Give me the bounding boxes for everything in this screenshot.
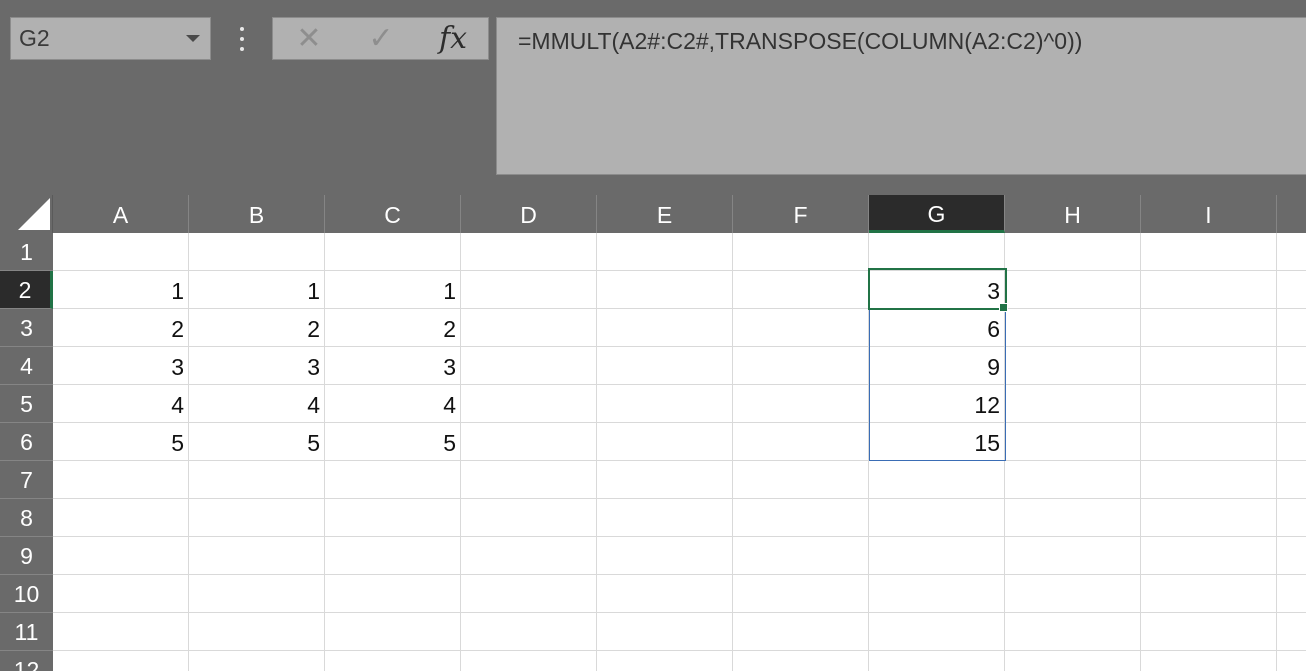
vertical-ellipsis-icon[interactable] [231, 24, 253, 54]
formula-bar-area: G2 ✕ ✓ fx =MMULT(A2#:C2#,TRANSPOSE(COLUM… [0, 0, 1306, 195]
cell-g2[interactable]: 3 [869, 271, 1005, 309]
row-header-8[interactable]: 8 [0, 499, 53, 537]
select-all-triangle-icon [18, 198, 50, 230]
column-header-i[interactable]: I [1141, 195, 1277, 233]
enter-icon[interactable]: ✓ [353, 18, 409, 59]
cell-a4[interactable]: 3 [53, 347, 189, 385]
cell-grid[interactable]: 1 1 1 3 2 2 2 6 3 3 3 9 4 4 4 12 5 5 5 15 [53, 233, 1306, 671]
row-header-12[interactable]: 12 [0, 651, 53, 671]
chevron-down-icon[interactable] [186, 35, 200, 42]
cell-g6[interactable]: 15 [869, 423, 1005, 461]
cell-c3[interactable]: 2 [325, 309, 461, 347]
row-header-4[interactable]: 4 [0, 347, 53, 385]
cell-b6[interactable]: 5 [189, 423, 325, 461]
formula-input[interactable]: =MMULT(A2#:C2#,TRANSPOSE(COLUMN(A2:C2)^0… [496, 17, 1306, 175]
formula-text: =MMULT(A2#:C2#,TRANSPOSE(COLUMN(A2:C2)^0… [518, 28, 1083, 54]
cell-a2[interactable]: 1 [53, 271, 189, 309]
cell-b3[interactable]: 2 [189, 309, 325, 347]
row-header-3[interactable]: 3 [0, 309, 53, 347]
cell-c2[interactable]: 1 [325, 271, 461, 309]
column-headers: ABCDEFGHI [0, 195, 1306, 233]
cell-b4[interactable]: 3 [189, 347, 325, 385]
row-header-5[interactable]: 5 [0, 385, 53, 423]
row-header-7[interactable]: 7 [0, 461, 53, 499]
column-header-d[interactable]: D [461, 195, 597, 233]
cell-c5[interactable]: 4 [325, 385, 461, 423]
row-header-1[interactable]: 1 [0, 233, 53, 271]
cell-g5[interactable]: 12 [869, 385, 1005, 423]
cell-c6[interactable]: 5 [325, 423, 461, 461]
column-header-h[interactable]: H [1005, 195, 1141, 233]
cell-b2[interactable]: 1 [189, 271, 325, 309]
row-header-10[interactable]: 10 [0, 575, 53, 613]
cell-g3[interactable]: 6 [869, 309, 1005, 347]
insert-function-button[interactable]: fx [425, 18, 481, 59]
cell-c4[interactable]: 3 [325, 347, 461, 385]
column-header-e[interactable]: E [597, 195, 733, 233]
name-box-value: G2 [19, 25, 50, 51]
select-all-button[interactable] [0, 195, 53, 233]
column-header-b[interactable]: B [189, 195, 325, 233]
row-header-2[interactable]: 2 [0, 271, 53, 309]
row-headers: 1 2 3 4 5 6 7 8 9 10 11 12 [0, 233, 53, 671]
row-header-9[interactable]: 9 [0, 537, 53, 575]
cell-a5[interactable]: 4 [53, 385, 189, 423]
cell-b5[interactable]: 4 [189, 385, 325, 423]
column-header-c[interactable]: C [325, 195, 461, 233]
fill-handle[interactable] [999, 303, 1008, 312]
cell-a6[interactable]: 5 [53, 423, 189, 461]
column-header-a[interactable]: A [53, 195, 189, 233]
row-header-6[interactable]: 6 [0, 423, 53, 461]
row-header-11[interactable]: 11 [0, 613, 53, 651]
formula-buttons: ✕ ✓ fx [272, 17, 489, 60]
name-box[interactable]: G2 [10, 17, 211, 60]
cancel-icon[interactable]: ✕ [281, 18, 337, 59]
column-header-f[interactable]: F [733, 195, 869, 233]
column-header-g[interactable]: G [869, 195, 1005, 233]
cell-a3[interactable]: 2 [53, 309, 189, 347]
cell-g4[interactable]: 9 [869, 347, 1005, 385]
